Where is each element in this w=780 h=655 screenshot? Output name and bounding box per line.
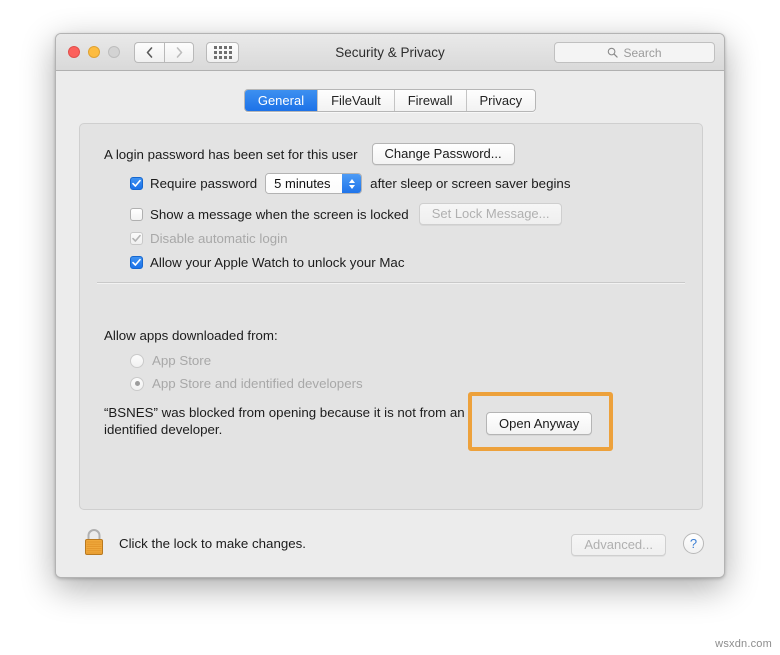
window-footer: Click the lock to make changes. Advanced… bbox=[56, 516, 724, 577]
chevron-left-icon bbox=[146, 46, 153, 58]
disable-automatic-login-label: Disable automatic login bbox=[150, 231, 288, 246]
identified-developers-radio[interactable] bbox=[130, 376, 144, 391]
search-placeholder: Search bbox=[623, 45, 662, 60]
back-button[interactable] bbox=[134, 41, 164, 63]
identified-developers-label: App Store and identified developers bbox=[152, 376, 363, 391]
show-message-checkbox[interactable] bbox=[130, 207, 143, 221]
system-preferences-window: Security & Privacy Search General FileVa… bbox=[55, 33, 725, 578]
traffic-light-group bbox=[68, 46, 120, 58]
tab-privacy[interactable]: Privacy bbox=[466, 90, 536, 111]
app-store-label: App Store bbox=[152, 353, 212, 368]
zoom-window-button bbox=[108, 46, 120, 58]
gatekeeper-heading-row: Allow apps downloaded from: bbox=[104, 328, 278, 343]
forward-button[interactable] bbox=[164, 41, 194, 63]
require-password-row: Require password 5 minutes after sleep o… bbox=[130, 173, 570, 194]
show-message-row: Show a message when the screen is locked… bbox=[130, 203, 563, 225]
watermark: wsxdn.com bbox=[715, 638, 772, 650]
popup-stepper-icon bbox=[342, 174, 362, 193]
window-titlebar: Security & Privacy Search bbox=[56, 34, 724, 71]
tab-bar: General FileVault Firewall Privacy bbox=[56, 89, 724, 112]
tab-filevault[interactable]: FileVault bbox=[318, 90, 395, 111]
general-panel: A login password has been set for this u… bbox=[79, 123, 703, 510]
minimize-window-button[interactable] bbox=[88, 46, 100, 58]
search-icon bbox=[608, 47, 619, 58]
require-password-checkbox[interactable] bbox=[130, 177, 143, 190]
apple-watch-row: Allow your Apple Watch to unlock your Ma… bbox=[130, 255, 404, 270]
show-all-button[interactable] bbox=[206, 41, 239, 63]
grid-icon bbox=[213, 45, 232, 59]
advanced-button[interactable]: Advanced... bbox=[571, 534, 666, 556]
gatekeeper-heading: Allow apps downloaded from: bbox=[104, 328, 278, 343]
checkmark-icon bbox=[132, 234, 141, 242]
login-password-row: A login password has been set for this u… bbox=[104, 143, 515, 165]
lock-hint-text: Click the lock to make changes. bbox=[119, 536, 306, 551]
search-field[interactable]: Search bbox=[554, 42, 715, 63]
section-divider bbox=[97, 282, 685, 284]
show-message-label: Show a message when the screen is locked bbox=[150, 206, 409, 222]
set-lock-message-button[interactable]: Set Lock Message... bbox=[418, 203, 563, 225]
checkmark-icon bbox=[132, 258, 141, 266]
closed-padlock-icon bbox=[85, 529, 103, 555]
tab-firewall[interactable]: Firewall bbox=[394, 90, 467, 111]
require-password-delay-value: 5 minutes bbox=[266, 174, 343, 193]
gatekeeper-option-identified-developers[interactable]: App Store and identified developers bbox=[130, 376, 363, 391]
chevron-right-icon bbox=[176, 46, 182, 58]
disable-automatic-login-checkbox bbox=[130, 232, 143, 245]
close-window-button[interactable] bbox=[68, 46, 80, 58]
require-password-suffix-label: after sleep or screen saver begins bbox=[370, 176, 571, 191]
open-anyway-button[interactable]: Open Anyway bbox=[486, 412, 593, 435]
apple-watch-label: Allow your Apple Watch to unlock your Ma… bbox=[150, 255, 405, 270]
gatekeeper-option-app-store[interactable]: App Store bbox=[130, 353, 211, 368]
apple-watch-checkbox[interactable] bbox=[130, 256, 143, 269]
require-password-delay-popup[interactable]: 5 minutes bbox=[265, 173, 363, 194]
navigation-buttons bbox=[134, 41, 194, 63]
help-button[interactable]: ? bbox=[683, 533, 704, 554]
tab-general[interactable]: General bbox=[244, 90, 319, 111]
checkmark-icon bbox=[132, 179, 141, 187]
change-password-button[interactable]: Change Password... bbox=[371, 143, 515, 165]
app-store-radio[interactable] bbox=[130, 353, 144, 368]
preferences-body: General FileVault Firewall Privacy A log… bbox=[56, 71, 724, 577]
lock-button[interactable] bbox=[81, 527, 107, 557]
login-password-label: A login password has been set for this u… bbox=[104, 146, 358, 162]
blocked-app-message: “BSNES” was blocked from opening because… bbox=[104, 405, 465, 437]
disable-automatic-login-row: Disable automatic login bbox=[130, 231, 287, 246]
require-password-label: Require password bbox=[150, 176, 258, 191]
